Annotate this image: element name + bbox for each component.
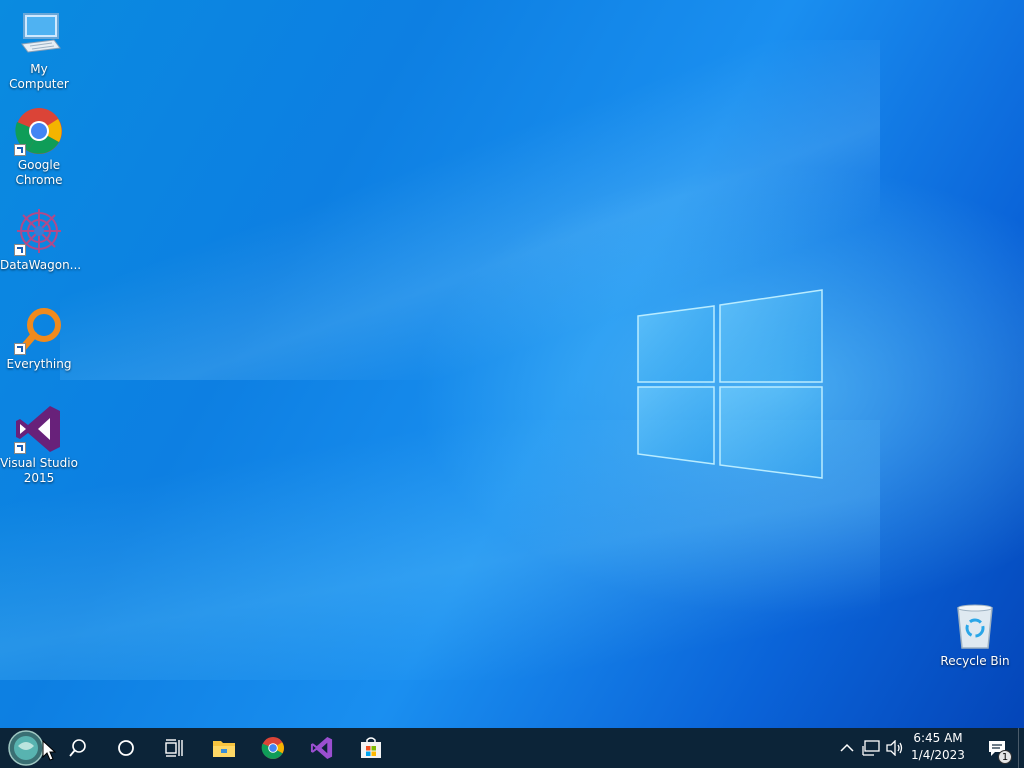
datawagon-icon bbox=[14, 206, 64, 256]
computer-icon bbox=[14, 10, 64, 60]
task-view-button[interactable] bbox=[150, 728, 198, 768]
network-icon bbox=[862, 740, 880, 756]
desktop-icon-label: Recycle Bin bbox=[940, 654, 1010, 668]
task-view-icon bbox=[165, 739, 183, 757]
network-button[interactable] bbox=[860, 728, 882, 768]
store-icon bbox=[361, 737, 381, 758]
everything-search-icon bbox=[14, 305, 64, 355]
desktop-icon-google-chrome[interactable]: Google Chrome bbox=[0, 106, 78, 188]
show-hidden-icons-button[interactable] bbox=[836, 728, 858, 768]
windows-logo bbox=[637, 289, 823, 479]
desktop-icon-label: Everything bbox=[6, 357, 72, 371]
desktop-background[interactable]: My Computer Google Chrome DataWagon... E… bbox=[0, 0, 1024, 728]
clock-date: 1/4/2023 bbox=[911, 748, 965, 762]
taskbar: 6:45 AM 1/4/2023 1 bbox=[0, 728, 1024, 768]
desktop-icon-everything[interactable]: Everything bbox=[0, 305, 78, 372]
cortana-button[interactable] bbox=[102, 728, 150, 768]
desktop-icon-my-computer[interactable]: My Computer bbox=[0, 10, 78, 92]
desktop-icon-datawagon[interactable]: DataWagon... bbox=[0, 206, 82, 273]
shortcut-arrow-icon bbox=[14, 442, 26, 454]
desktop-icon-visual-studio-2015[interactable]: Visual Studio 2015 bbox=[0, 404, 78, 486]
chevron-up-icon bbox=[840, 743, 854, 752]
shortcut-arrow-icon bbox=[14, 144, 26, 156]
taskbar-google-chrome[interactable] bbox=[249, 728, 297, 768]
shortcut-arrow-icon bbox=[14, 244, 26, 256]
desktop-icon-label: My Computer bbox=[9, 62, 69, 91]
desktop-icon-label: DataWagon... bbox=[0, 258, 82, 272]
visual-studio-icon bbox=[310, 736, 333, 760]
desktop-icon-recycle-bin[interactable]: Recycle Bin bbox=[936, 602, 1014, 669]
mouse-cursor-icon bbox=[42, 740, 56, 761]
desktop-icon-label: Google Chrome bbox=[15, 158, 63, 187]
chrome-icon bbox=[261, 736, 285, 760]
recycle-bin-icon bbox=[950, 602, 1000, 652]
taskbar-microsoft-store[interactable] bbox=[347, 728, 395, 768]
start-orb-icon bbox=[8, 730, 44, 766]
desktop-icon-label: Visual Studio 2015 bbox=[0, 456, 78, 485]
taskbar-visual-studio[interactable] bbox=[298, 728, 346, 768]
action-center-button[interactable]: 1 bbox=[978, 728, 1016, 768]
cortana-circle-icon bbox=[118, 740, 134, 756]
search-button[interactable] bbox=[54, 728, 102, 768]
show-desktop-button[interactable] bbox=[1018, 728, 1024, 768]
taskbar-clock[interactable]: 6:45 AM 1/4/2023 bbox=[900, 730, 976, 766]
visual-studio-icon bbox=[14, 404, 64, 454]
notification-count-badge: 1 bbox=[998, 750, 1012, 764]
shortcut-arrow-icon bbox=[14, 343, 26, 355]
search-icon bbox=[69, 739, 86, 757]
taskbar-file-explorer[interactable] bbox=[200, 728, 248, 768]
chrome-icon bbox=[14, 106, 64, 156]
clock-time: 6:45 AM bbox=[913, 731, 963, 745]
folder-icon bbox=[213, 741, 235, 757]
